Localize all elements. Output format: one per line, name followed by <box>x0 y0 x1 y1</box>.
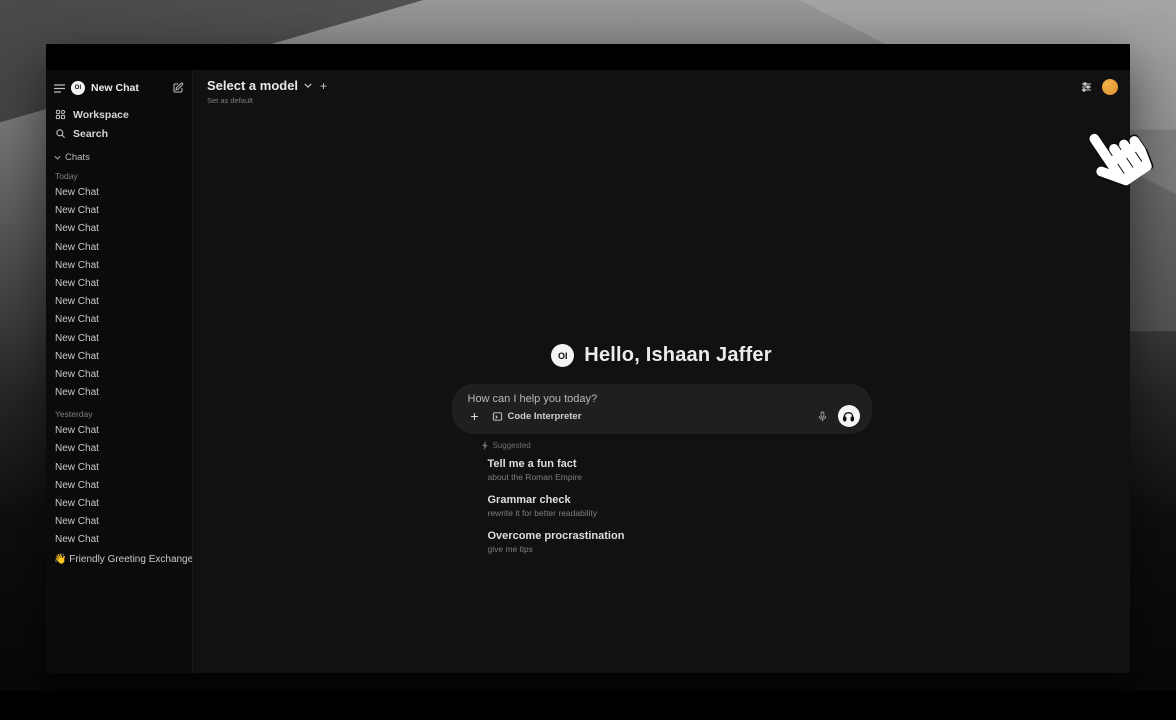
chat-item[interactable]: New Chat <box>54 239 184 257</box>
greeting-title: Hello, Ishaan Jaffer <box>584 344 771 367</box>
microphone-icon[interactable] <box>817 410 828 423</box>
set-as-default-button[interactable]: Set as default <box>207 96 327 105</box>
main-area: Select a model + Set as default <box>193 70 1130 673</box>
chat-item[interactable]: New Chat <box>54 348 184 366</box>
desktop-bottom-bar <box>0 691 1176 720</box>
openwebui-logo-icon: OI <box>551 344 574 367</box>
new-chat-icon[interactable] <box>172 82 184 94</box>
attach-plus-button[interactable]: + <box>468 410 482 422</box>
sidebar-toggle-icon[interactable] <box>54 84 65 93</box>
chat-item[interactable]: New Chat <box>54 531 184 549</box>
chat-list-today: New ChatNew ChatNew ChatNew ChatNew Chat… <box>54 184 184 402</box>
brand-logo-icon: OI <box>71 81 85 95</box>
chat-list-yesterday: New ChatNew ChatNew ChatNew ChatNew Chat… <box>54 422 184 549</box>
suggestion-subtitle: give me tips <box>488 544 872 554</box>
suggestion-subtitle: rewrite it for better readability <box>488 508 872 518</box>
chat-item-friendly-greeting[interactable]: 👋 Friendly Greeting Exchange <box>54 551 184 569</box>
chat-item[interactable]: New Chat <box>54 293 184 311</box>
suggestion-title: Tell me a fun fact <box>488 458 872 470</box>
model-selector[interactable]: Select a model + <box>207 78 327 93</box>
chevron-down-icon <box>54 155 61 160</box>
sidebar-item-search[interactable]: Search <box>54 124 184 143</box>
workspace-icon <box>55 109 66 120</box>
chat-item[interactable]: New Chat <box>54 220 184 238</box>
chat-item[interactable]: New Chat <box>54 440 184 458</box>
controls-sliders-icon[interactable] <box>1080 81 1093 93</box>
chevron-down-icon <box>304 83 312 88</box>
chat-item[interactable]: New Chat <box>54 202 184 220</box>
terminal-icon <box>492 411 503 422</box>
suggestion-title: Grammar check <box>488 494 872 506</box>
suggestion-grammar-check[interactable]: Grammar check rewrite it for better read… <box>482 494 872 518</box>
chat-item[interactable]: New Chat <box>54 311 184 329</box>
window-titlebar <box>46 44 1130 70</box>
message-composer[interactable]: + Code Interpreter <box>452 384 872 434</box>
chat-item[interactable]: New Chat <box>54 513 184 531</box>
code-interpreter-label: Code Interpreter <box>508 411 582 422</box>
app-window: OI New Chat Workspace Search <box>46 44 1130 673</box>
chat-item[interactable]: New Chat <box>54 275 184 293</box>
new-chat-title[interactable]: New Chat <box>91 82 166 94</box>
sidebar-item-workspace[interactable]: Workspace <box>54 105 184 124</box>
voice-call-button[interactable] <box>838 405 860 427</box>
chat-item[interactable]: New Chat <box>54 366 184 384</box>
chat-item[interactable]: New Chat <box>54 384 184 402</box>
chat-item[interactable]: New Chat <box>54 184 184 202</box>
chats-label: Chats <box>65 152 90 163</box>
add-model-button[interactable]: + <box>320 79 327 93</box>
suggested-label: Suggested <box>493 441 531 450</box>
date-label-yesterday: Yesterday <box>55 409 184 419</box>
suggestion-procrastination[interactable]: Overcome procrastination give me tips <box>482 530 872 554</box>
suggested-section: Suggested Tell me a fun fact about the R… <box>452 441 872 554</box>
search-icon <box>55 128 66 139</box>
suggestion-title: Overcome procrastination <box>488 530 872 542</box>
chats-section-header[interactable]: Chats <box>54 149 184 165</box>
sidebar: OI New Chat Workspace Search <box>46 70 193 673</box>
chat-item[interactable]: New Chat <box>54 330 184 348</box>
chat-item[interactable]: New Chat <box>54 257 184 275</box>
chat-item[interactable]: New Chat <box>54 495 184 513</box>
chat-item[interactable]: New Chat <box>54 459 184 477</box>
model-selector-label: Select a model <box>207 78 298 93</box>
user-avatar[interactable] <box>1102 79 1118 95</box>
chat-item[interactable]: New Chat <box>54 477 184 495</box>
search-label: Search <box>73 128 108 140</box>
chat-item[interactable]: New Chat <box>54 422 184 440</box>
message-input[interactable] <box>468 393 860 405</box>
suggestion-subtitle: about the Roman Empire <box>488 472 872 482</box>
bolt-icon <box>482 441 489 450</box>
code-interpreter-toggle[interactable]: Code Interpreter <box>492 411 582 422</box>
date-label-today: Today <box>55 171 184 181</box>
workspace-label: Workspace <box>73 109 129 121</box>
suggestion-fun-fact[interactable]: Tell me a fun fact about the Roman Empir… <box>482 458 872 482</box>
